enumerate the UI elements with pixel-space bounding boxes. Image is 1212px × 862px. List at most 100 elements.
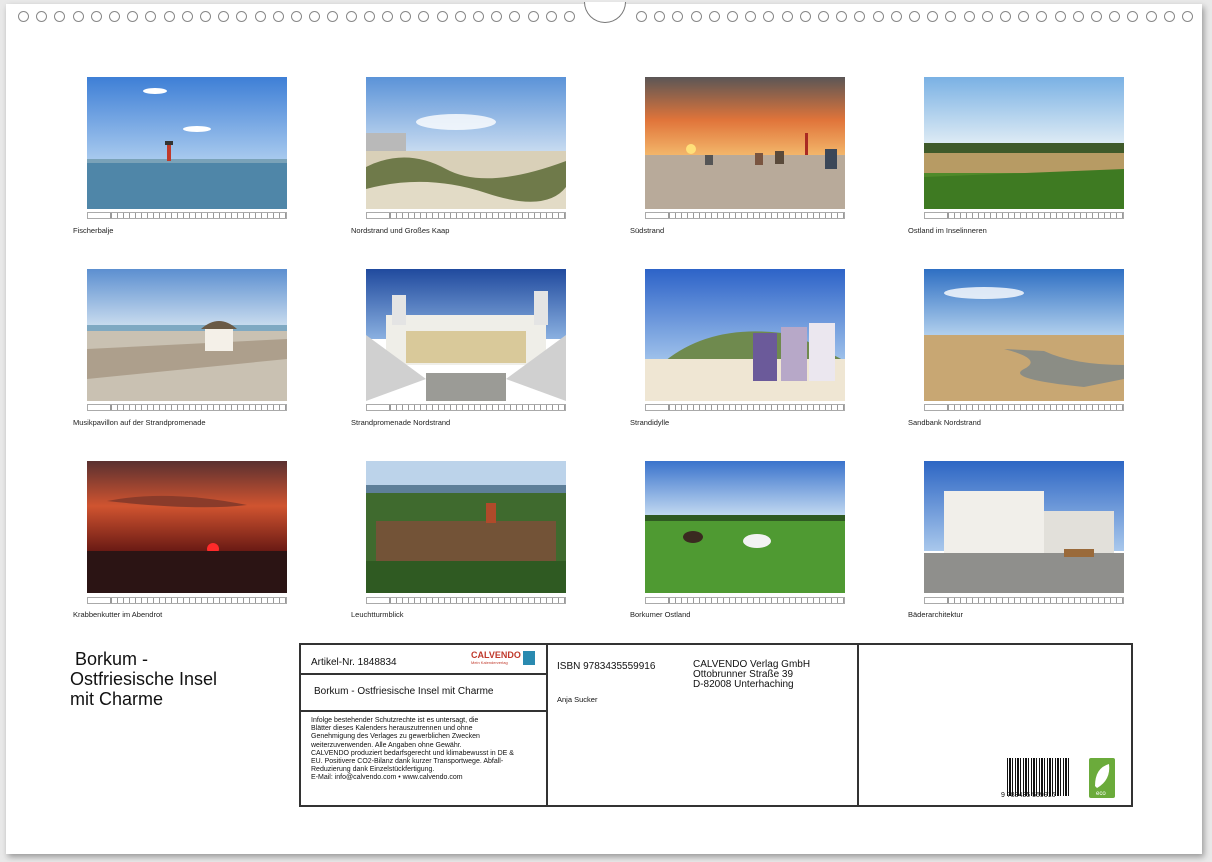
photo-baederarchitektur — [924, 461, 1124, 593]
photo-caption: Musikpavillon auf der Strandpromenade — [73, 418, 206, 427]
photo-caption: Borkumer Ostland — [630, 610, 691, 619]
barcode-number: 9 783435 559916 — [1001, 792, 1056, 799]
calvendo-logo-mark — [523, 651, 535, 665]
photo-caption: Krabbenkutter im Abendrot — [73, 610, 163, 619]
binding-ring — [963, 11, 975, 22]
divider — [857, 645, 859, 805]
binding-ring — [327, 11, 339, 22]
binding-ring — [636, 11, 647, 22]
photo-sandbank — [924, 269, 1124, 401]
binding-ring — [36, 11, 48, 22]
binding-ring — [909, 11, 920, 22]
calendar-strip — [87, 404, 287, 411]
title-line: mit Charme — [70, 689, 164, 709]
binding-ring — [836, 11, 848, 22]
binding-ring — [1145, 11, 1157, 22]
binding-ring — [1091, 11, 1102, 22]
photo-leuchtturmblick — [366, 461, 566, 593]
calvendo-tagline: Mein Kalenderverlag — [471, 660, 508, 665]
binding-ring — [418, 11, 430, 22]
calendar-strip — [87, 212, 287, 219]
legal-notice: Infolge bestehender Schutzrechte ist es … — [311, 717, 514, 782]
binding-ring — [527, 11, 539, 22]
product-title: Borkum - Ostfriesische Insel mit Charme — [314, 686, 494, 697]
divider — [301, 710, 546, 712]
binding-ring — [872, 11, 884, 22]
calendar-strip — [924, 212, 1124, 219]
photo-musikpavillon — [87, 269, 287, 401]
photo-borkumer-ostland — [645, 461, 845, 593]
binding-ring — [927, 11, 939, 22]
calendar-strip — [87, 597, 287, 604]
photo-caption: Bäderarchitektur — [908, 610, 964, 619]
binding-ring — [1072, 11, 1084, 22]
eco-label: eco — [1096, 791, 1106, 797]
photo-strandidylle — [645, 269, 845, 401]
binding-ring — [564, 11, 575, 22]
title-line: Ostfriesische Insel — [70, 669, 218, 689]
binding-ring — [181, 11, 193, 22]
binding-ring — [18, 11, 29, 22]
binding-ring — [109, 11, 120, 22]
binding-ring — [890, 11, 902, 22]
binding-ring — [90, 11, 102, 22]
photo-strandpromenade — [366, 269, 566, 401]
binding-ring — [854, 11, 866, 22]
binding-ring — [818, 11, 829, 22]
binding-ring — [127, 11, 139, 22]
binding-ring — [454, 11, 466, 22]
divider — [546, 645, 548, 805]
info-box: Artikel-Nr. 1848834 CALVENDO Mein Kalend… — [299, 643, 1133, 807]
author: Anja Sucker — [557, 695, 598, 704]
binding-ring — [763, 11, 775, 22]
binding-ring — [981, 11, 993, 22]
barcode — [1007, 758, 1069, 796]
publisher-line: D-82008 Unterhaching — [693, 679, 794, 690]
photo-caption: Fischerbalje — [73, 226, 114, 235]
photo-caption: Strandpromenade Nordstrand — [351, 418, 451, 427]
photo-fischerbalje — [87, 77, 287, 209]
binding-ring — [1018, 11, 1030, 22]
binding-ring — [1127, 11, 1139, 22]
calendar-strip — [924, 404, 1124, 411]
binding-ring — [654, 11, 666, 22]
binding-ring — [945, 11, 957, 22]
binding-ring — [781, 11, 793, 22]
photo-krabbenkutter — [87, 461, 287, 593]
binding-ring — [745, 11, 757, 22]
binding-ring — [799, 11, 811, 22]
photo-ostland — [924, 77, 1124, 209]
binding-ring — [345, 11, 357, 22]
calendar-strip — [645, 597, 845, 604]
photo-suedstrand — [645, 77, 845, 209]
photo-nordstrand — [366, 77, 566, 209]
binding-ring — [309, 11, 321, 22]
binding-ring — [200, 11, 211, 22]
binding-ring — [254, 11, 266, 22]
binding-ring — [727, 11, 738, 22]
photo-caption: Ostland im Inselinneren — [908, 226, 987, 235]
calendar-strip — [366, 597, 566, 604]
isbn: ISBN 9783435559916 — [557, 661, 656, 672]
binding-ring — [436, 11, 448, 22]
binding-ring — [509, 11, 521, 22]
divider — [301, 673, 546, 675]
binding-ring — [491, 11, 503, 22]
binding-ring — [545, 11, 557, 22]
binding-ring — [382, 11, 393, 22]
binding-ring — [291, 11, 302, 22]
binding-ring — [1054, 11, 1066, 22]
binding-ring — [54, 11, 66, 22]
binding-ring — [690, 11, 702, 22]
binding-ring — [145, 11, 157, 22]
photo-caption: Nordstrand und Großes Kaap — [351, 226, 450, 235]
binding-ring — [236, 11, 248, 22]
binding-ring — [163, 11, 175, 22]
calendar-strip — [366, 212, 566, 219]
binding-ring — [1000, 11, 1011, 22]
binding-ring — [1036, 11, 1048, 22]
calendar-title: Borkum - Ostfriesische Insel mit Charme — [70, 649, 217, 709]
binding-ring — [400, 11, 412, 22]
article-number: Artikel-Nr. 1848834 — [311, 657, 397, 668]
photo-caption: Leuchtturmblick — [351, 610, 404, 619]
